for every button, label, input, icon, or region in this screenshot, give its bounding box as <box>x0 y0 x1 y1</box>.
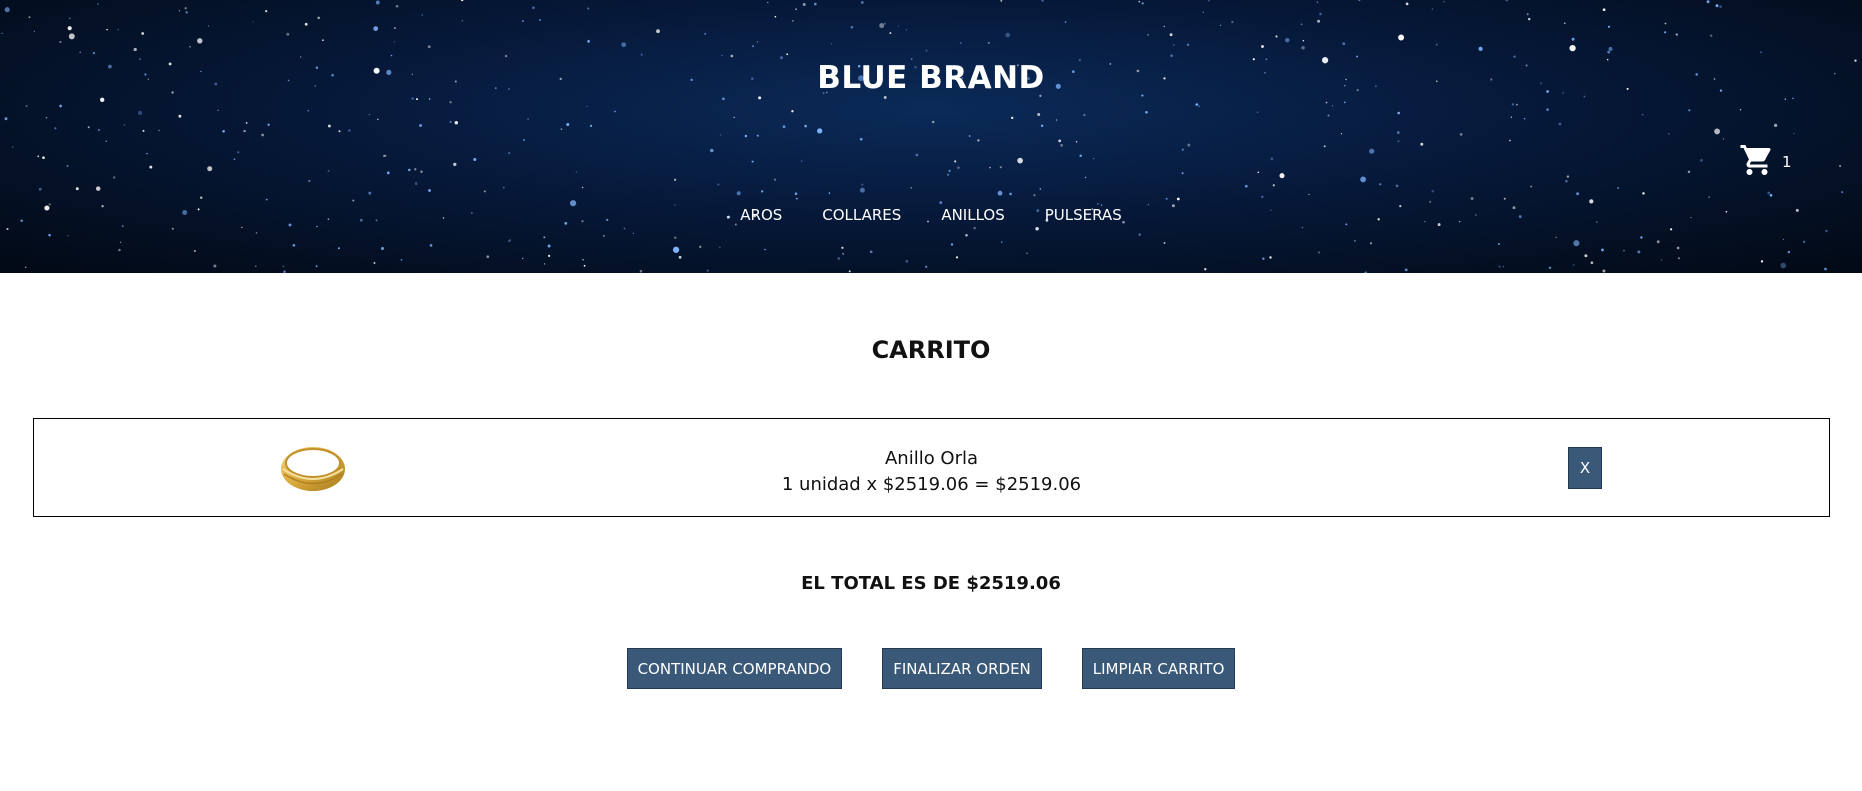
nav-item-pulseras[interactable]: PULSERAS <box>1045 204 1122 226</box>
checkout-button[interactable]: FINALIZAR ORDEN <box>882 648 1042 689</box>
cart-item-row: Anillo Orla 1 unidad x $2519.06 = $2519.… <box>33 418 1830 517</box>
item-name: Anillo Orla <box>884 448 979 469</box>
category-nav: AROS COLLARES ANILLOS PULSERAS <box>0 204 1862 226</box>
item-price-line: 1 unidad x $2519.06 = $2519.06 <box>781 474 1082 495</box>
cart-actions: CONTINUAR COMPRANDO FINALIZAR ORDEN LIMP… <box>0 648 1862 689</box>
clear-cart-button[interactable]: LIMPIAR CARRITO <box>1081 648 1236 689</box>
cart-icon[interactable] <box>1738 142 1776 182</box>
cart-widget[interactable]: 1 <box>1738 142 1792 182</box>
remove-item-button[interactable]: X <box>1568 447 1602 489</box>
starfield-background <box>1 0 1857 273</box>
nav-item-anillos[interactable]: ANILLOS <box>941 204 1004 226</box>
cart-item-info: Anillo Orla 1 unidad x $2519.06 = $2519.… <box>34 446 1829 498</box>
cart-count-badge: 1 <box>1782 153 1792 171</box>
continue-shopping-button[interactable]: CONTINUAR COMPRANDO <box>626 648 843 689</box>
cart-total: EL TOTAL ES DE $2519.06 <box>801 573 1061 594</box>
brand-title[interactable]: BLUE BRAND <box>0 60 1862 96</box>
hero-header: BLUE BRAND 1 AROS COLLARES ANILLOS PULSE… <box>0 0 1862 273</box>
nav-item-collares[interactable]: COLLARES <box>822 204 901 226</box>
page-title: CARRITO <box>871 336 991 364</box>
nav-item-aros[interactable]: AROS <box>740 204 782 226</box>
